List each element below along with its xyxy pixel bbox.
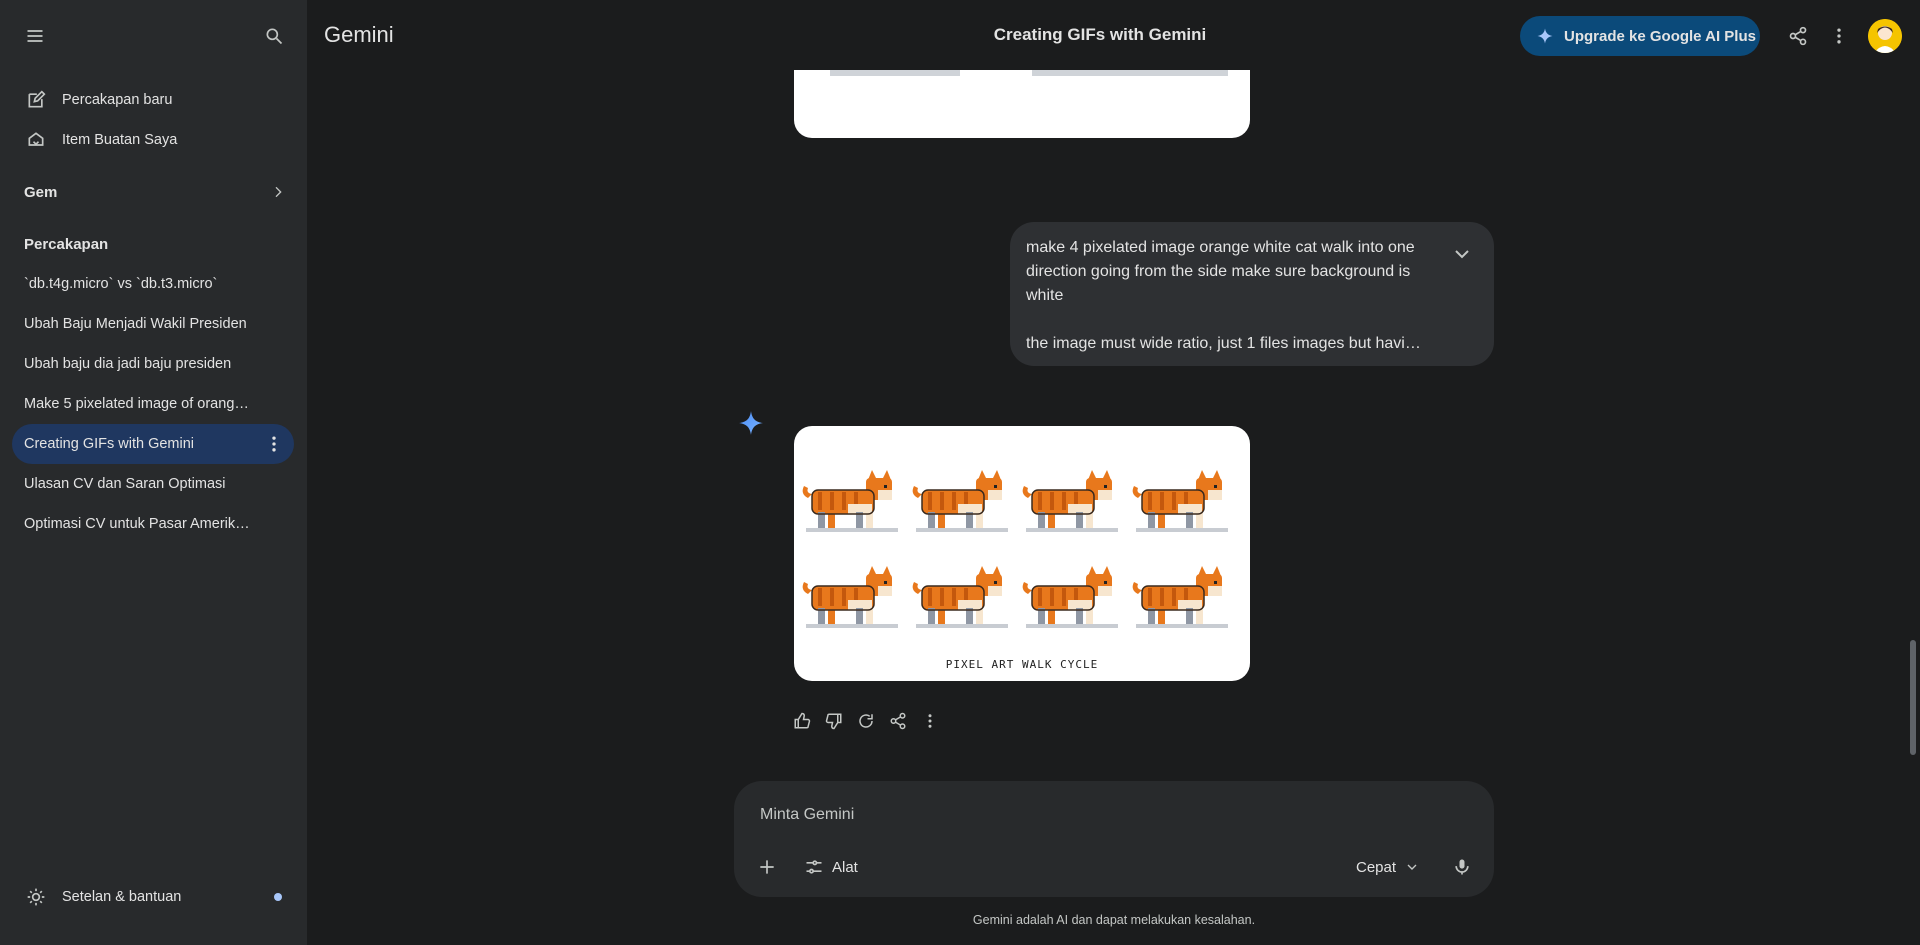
thumb-up-icon xyxy=(793,712,811,730)
gem-section-button[interactable]: Gem xyxy=(12,172,294,212)
conversation-label: Ulasan CV dan Saran Optimasi xyxy=(24,476,226,492)
mic-button[interactable] xyxy=(1450,854,1474,880)
thumb-down-icon xyxy=(825,712,843,730)
conversations-heading: Percakapan xyxy=(24,236,109,253)
user-message: make 4 pixelated image orange white cat … xyxy=(1010,222,1494,366)
cat-sprite xyxy=(908,560,1018,632)
conversation-label: Creating GIFs with Gemini xyxy=(24,436,195,452)
search-icon xyxy=(264,26,284,46)
more-vert-icon xyxy=(1829,26,1849,46)
conversation-label: `db.t4g.micro` vs `db.t3.micro` xyxy=(24,276,218,292)
my-items-button[interactable]: Item Buatan Saya xyxy=(12,120,294,160)
my-items-label: Item Buatan Saya xyxy=(62,132,178,148)
thumb-down-button[interactable] xyxy=(824,708,844,734)
sidebar: Percakapan baru Item Buatan Saya Gem Per… xyxy=(0,0,307,945)
model-label: Cepat xyxy=(1356,858,1397,876)
response-actions xyxy=(792,708,940,734)
avatar-image xyxy=(1868,19,1902,53)
model-selector[interactable]: Cepat xyxy=(1356,854,1420,880)
cat-sprite xyxy=(798,560,908,632)
share-icon xyxy=(889,712,907,730)
share-button[interactable] xyxy=(1778,16,1818,56)
search-button[interactable] xyxy=(254,16,294,56)
cat-sprite xyxy=(1018,464,1128,536)
tools-button[interactable]: Alat xyxy=(804,854,858,880)
conversation-item[interactable]: Ubah Baju Menjadi Wakil Presiden xyxy=(12,304,294,344)
regenerate-button[interactable] xyxy=(856,708,876,734)
cat-sprite xyxy=(1018,560,1128,632)
thumb-up-button[interactable] xyxy=(792,708,812,734)
gear-icon xyxy=(26,887,46,907)
avatar[interactable] xyxy=(1868,19,1902,53)
image-detail xyxy=(1032,70,1228,76)
chevron-down-icon[interactable] xyxy=(1450,242,1474,266)
prompt-input[interactable] xyxy=(758,797,1458,833)
tune-icon xyxy=(804,857,824,877)
conversation-item[interactable]: Optimasi CV untuk Pasar Amerika Serikat xyxy=(12,504,294,544)
conversation-item[interactable]: Ubah baju dia jadi baju presiden xyxy=(12,344,294,384)
cat-sprite xyxy=(798,464,908,536)
user-message-text: make 4 pixelated image orange white cat … xyxy=(1026,239,1415,304)
cat-row-bottom xyxy=(798,560,1238,632)
upgrade-button[interactable]: Upgrade ke Google AI Plus xyxy=(1520,16,1760,56)
conversation-item[interactable]: Ulasan CV dan Saran Optimasi xyxy=(12,464,294,504)
conversation-label: Optimasi CV untuk Pasar Amerika Serikat xyxy=(24,516,254,532)
more-options-button[interactable] xyxy=(1819,16,1859,56)
conversation-label: Ubah Baju Menjadi Wakil Presiden xyxy=(24,316,247,332)
mic-icon xyxy=(1452,857,1472,877)
new-chat-label: Percakapan baru xyxy=(62,92,173,108)
cat-sprite xyxy=(1128,464,1238,536)
image-detail xyxy=(830,70,960,76)
chevron-right-icon xyxy=(270,184,286,200)
user-message-text-2: the image must wide ratio, just 1 files … xyxy=(1026,335,1424,352)
brand-title: Gemini xyxy=(324,22,394,47)
image-caption: PIXEL ART WALK CYCLE xyxy=(945,658,1099,671)
cat-sprite xyxy=(1128,560,1238,632)
gem-box-icon xyxy=(26,130,46,150)
chat-title: Creating GIFs with Gemini xyxy=(993,25,1207,44)
share-response-button[interactable] xyxy=(888,708,908,734)
disclaimer: Gemini adalah AI dan dapat melakukan kes… xyxy=(972,913,1256,927)
conversation-label: Ubah baju dia jadi baju presiden xyxy=(24,356,232,372)
menu-button[interactable] xyxy=(15,16,55,56)
notification-dot xyxy=(274,893,282,901)
refresh-icon xyxy=(857,712,875,730)
conversation-item-active[interactable]: Creating GIFs with Gemini xyxy=(12,424,294,464)
gemini-spark-icon xyxy=(738,410,764,436)
previous-image-card[interactable] xyxy=(794,70,1250,138)
generated-image[interactable]: PIXEL ART WALK CYCLE xyxy=(794,426,1250,681)
cat-sprite xyxy=(908,464,1018,536)
settings-button[interactable]: Setelan & bantuan xyxy=(12,877,294,917)
add-button[interactable] xyxy=(754,854,780,880)
upgrade-label: Upgrade ke Google AI Plus xyxy=(1564,27,1756,45)
plus-icon xyxy=(757,857,777,877)
conversation-item[interactable]: `db.t4g.micro` vs `db.t3.micro` xyxy=(12,264,294,304)
more-response-button[interactable] xyxy=(920,708,940,734)
gem-label: Gem xyxy=(24,183,58,201)
edit-icon xyxy=(26,90,46,110)
settings-label: Setelan & bantuan xyxy=(62,889,182,905)
chevron-down-icon xyxy=(1404,859,1420,875)
conversation-item[interactable]: Make 5 pixelated image of orange cat wal… xyxy=(12,384,294,424)
scrollbar[interactable] xyxy=(1910,640,1916,755)
spark-icon xyxy=(1536,27,1554,45)
tools-label: Alat xyxy=(832,858,858,876)
prompt-box: Alat Cepat xyxy=(734,781,1494,897)
menu-icon xyxy=(25,26,45,46)
share-icon xyxy=(1788,26,1808,46)
more-vert-icon xyxy=(921,712,939,730)
conversation-label: Make 5 pixelated image of orange cat wal… xyxy=(24,396,254,412)
cat-row-top xyxy=(798,464,1238,536)
more-vert-icon[interactable] xyxy=(264,434,284,454)
new-chat-button[interactable]: Percakapan baru xyxy=(12,80,294,120)
